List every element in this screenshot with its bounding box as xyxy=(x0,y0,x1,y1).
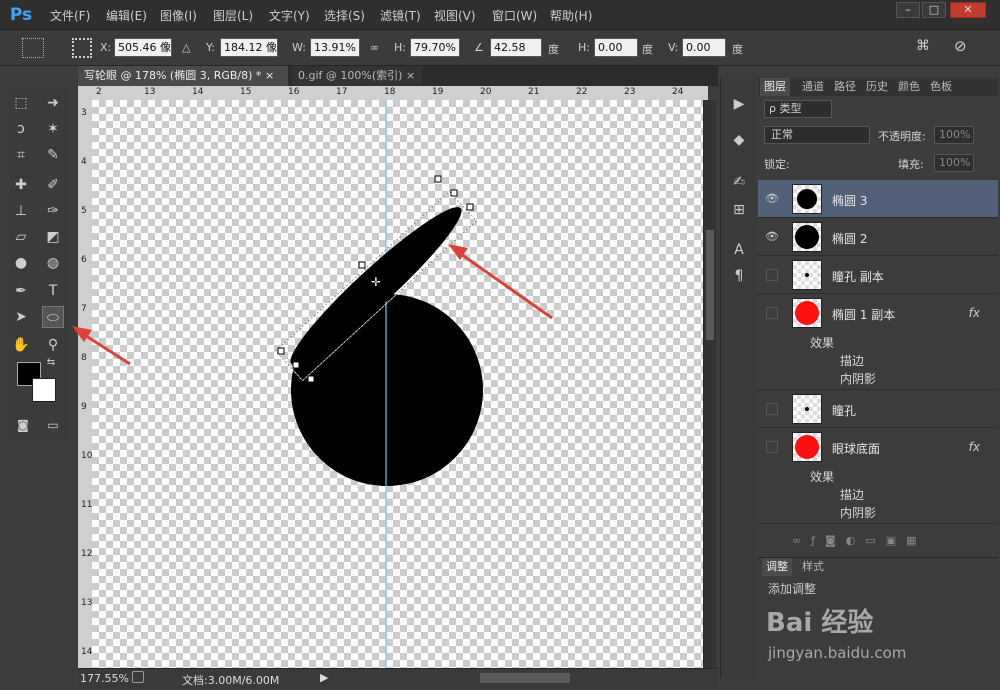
tab-swatches[interactable]: 色板 xyxy=(926,78,956,96)
effects-label: 效果 xyxy=(810,470,835,484)
layer-name[interactable]: 瞳孔 副本 xyxy=(832,268,884,285)
zoom-level[interactable]: 177.55% xyxy=(80,672,129,685)
tab-styles[interactable]: 样式 xyxy=(798,558,828,576)
layer-actions-bar[interactable]: ∞ƒ◙◐▭▣▦ xyxy=(758,534,998,548)
play-actions-icon[interactable]: ▶ xyxy=(724,92,754,116)
document-size: 文档:3.00M/6.00M xyxy=(182,674,280,687)
layer-row[interactable]: 👁 椭圆 2 xyxy=(758,218,998,256)
cancel-transform-icon[interactable]: ⊘ xyxy=(954,37,967,55)
layer-thumbnail xyxy=(792,432,822,462)
status-menu-icon[interactable] xyxy=(132,671,144,683)
effect-inner-shadow[interactable]: 内阴影 xyxy=(840,504,876,521)
horizontal-scroll-thumb[interactable] xyxy=(480,673,570,683)
brush-presets-icon[interactable]: ✍ xyxy=(724,170,754,194)
add-adjustment-label: 添加调整 xyxy=(768,582,817,596)
play-icon[interactable]: ▶ xyxy=(320,671,328,684)
panel-dock: ▶ ◆ ✍ ⊞ A ¶ xyxy=(720,78,756,678)
layer-row[interactable]: 眼球底面 fx 效果 描边 内阴影 xyxy=(758,428,998,524)
eye-icon[interactable]: 👁 xyxy=(764,191,780,207)
layer-name[interactable]: 瞳孔 xyxy=(832,402,856,419)
layer-thumbnail xyxy=(792,394,822,424)
tab-layers[interactable]: 图层 xyxy=(760,78,790,96)
effect-stroke[interactable]: 描边 xyxy=(840,352,864,369)
panel-tabs: 图层 通道 路径 历史 颜色 色板 xyxy=(758,78,998,96)
opacity-label: 不透明度: xyxy=(878,130,926,143)
eye-icon[interactable]: 👁 xyxy=(764,229,780,245)
lock-label: 锁定: xyxy=(764,158,790,171)
layer-thumbnail xyxy=(792,184,822,214)
layer-name[interactable]: 椭圆 2 xyxy=(832,230,867,247)
tab-history[interactable]: 历史 xyxy=(862,78,892,96)
close-window-button[interactable]: ✕ xyxy=(950,2,986,18)
status-bar: 177.55% 文档:3.00M/6.00M ▶ xyxy=(78,668,718,688)
tab-channels[interactable]: 通道 xyxy=(798,78,828,96)
fill-field[interactable]: 100% xyxy=(934,154,974,172)
tab-paths[interactable]: 路径 xyxy=(830,78,860,96)
blend-mode-select[interactable]: 正常 xyxy=(764,126,870,144)
layer-thumbnail xyxy=(792,298,822,328)
visibility-toggle[interactable] xyxy=(766,441,778,453)
character-icon[interactable]: A xyxy=(724,238,754,262)
layer-name[interactable]: 椭圆 1 副本 xyxy=(832,306,895,323)
cube-icon[interactable]: ◆ xyxy=(724,128,754,152)
visibility-toggle[interactable] xyxy=(766,403,778,415)
layer-row[interactable]: 瞳孔 副本 xyxy=(758,256,998,294)
layer-row[interactable]: 👁 椭圆 3 xyxy=(758,180,998,218)
paragraph-icon[interactable]: ¶ xyxy=(724,264,754,288)
visibility-toggle[interactable] xyxy=(766,307,778,319)
layer-name[interactable]: 椭圆 3 xyxy=(832,192,867,209)
layer-name[interactable]: 眼球底面 xyxy=(832,440,880,457)
tab-color[interactable]: 颜色 xyxy=(894,78,924,96)
layer-filter-select[interactable]: ρ 类型 xyxy=(764,100,832,118)
fx-icon[interactable]: fx xyxy=(969,440,980,454)
adjustments-panel: 调整 样式 添加调整 Bai 经验 jingyan.baidu.com xyxy=(758,557,998,687)
warp-icon[interactable]: ⌘ xyxy=(916,38,930,54)
watermark-url: jingyan.baidu.com xyxy=(768,644,907,662)
tool-presets-icon[interactable]: ⊞ xyxy=(724,198,754,222)
layer-row[interactable]: 瞳孔 xyxy=(758,390,998,428)
layer-thumbnail xyxy=(792,222,822,252)
opacity-field[interactable]: 100% xyxy=(934,126,974,144)
effect-stroke[interactable]: 描边 xyxy=(840,486,864,503)
layers-panel: 图层 通道 路径 历史 颜色 色板 ρ 类型 正常 不透明度: 100% 锁定:… xyxy=(758,78,998,548)
fx-icon[interactable]: fx xyxy=(969,306,980,320)
layer-row[interactable]: 椭圆 1 副本 fx 效果 描边 内阴影 xyxy=(758,294,998,390)
effects-label: 效果 xyxy=(810,336,835,350)
annotation-arrows xyxy=(72,244,553,366)
tab-adjustments[interactable]: 调整 xyxy=(762,558,792,576)
effect-inner-shadow[interactable]: 内阴影 xyxy=(840,370,876,387)
watermark-brand: Bai 经验 xyxy=(766,608,874,638)
visibility-toggle[interactable] xyxy=(766,269,778,281)
layer-thumbnail xyxy=(792,260,822,290)
restore-button[interactable]: □ xyxy=(922,2,946,18)
vskew-unit: 度 xyxy=(732,43,743,56)
fill-label: 填充: xyxy=(898,158,924,171)
minimize-button[interactable]: – xyxy=(896,2,920,18)
